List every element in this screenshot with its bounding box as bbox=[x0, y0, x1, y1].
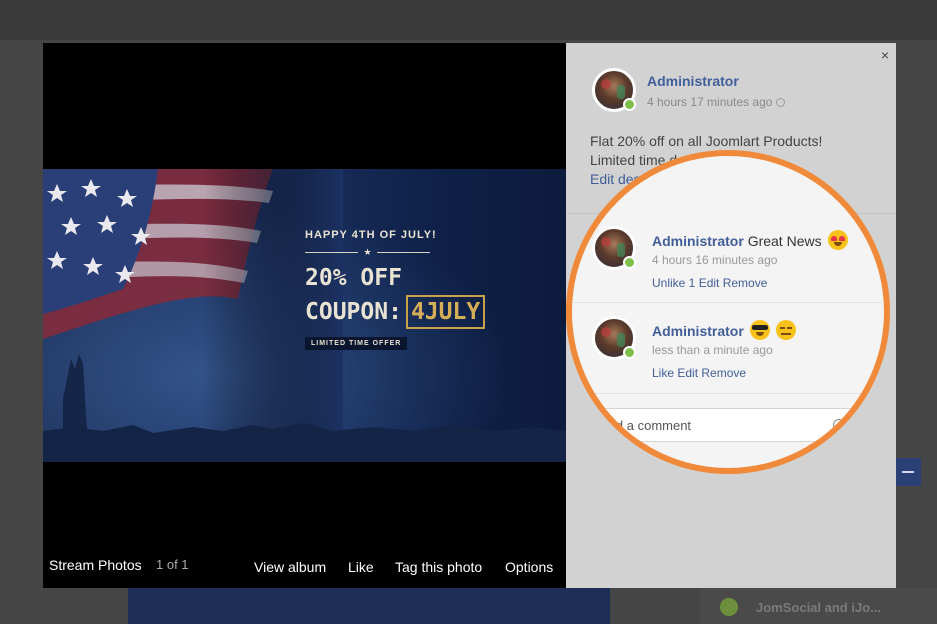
background-post-image bbox=[128, 588, 610, 624]
photo-counter: 1 of 1 bbox=[156, 557, 189, 572]
add-comment-input[interactable]: Add a comment bbox=[590, 408, 872, 442]
background-sidebar-item: JomSocial and iJo... bbox=[720, 597, 920, 617]
comment-actions[interactable]: Unlike 1 Edit Remove bbox=[652, 276, 767, 290]
promo-coupon-code: 4JULY bbox=[405, 295, 486, 329]
comment-author-link[interactable]: Administrator Great News bbox=[652, 230, 848, 250]
post-timestamp: 4 hours 17 minutes ago bbox=[647, 95, 786, 109]
promo-badge: LIMITED TIME OFFER bbox=[305, 337, 408, 350]
comment-actions[interactable]: Like Edit Remove bbox=[652, 366, 746, 380]
avatar[interactable] bbox=[592, 316, 636, 360]
star-icon: ★ bbox=[363, 247, 372, 257]
photo-image[interactable]: HAPPY 4TH OF JULY! ★ 20% OFF COUPON: 4JU… bbox=[43, 169, 566, 462]
promo-discount: 20% OFF bbox=[305, 265, 402, 291]
add-comment-placeholder: Add a comment bbox=[600, 418, 692, 433]
comment-timestamp: 4 hours 16 minutes ago bbox=[652, 253, 778, 267]
camera-icon[interactable] bbox=[850, 420, 863, 430]
photo-footer: Stream Photos 1 of 1 View album Like Tag… bbox=[43, 551, 566, 581]
photo-viewer: HAPPY 4TH OF JULY! ★ 20% OFF COUPON: 4JU… bbox=[43, 43, 566, 588]
options-link[interactable]: Options bbox=[505, 559, 553, 575]
promo-coupon-row: COUPON: 4JULY bbox=[305, 295, 486, 329]
comment-timestamp: less than a minute ago bbox=[652, 343, 773, 357]
comment-author-link[interactable]: Administrator bbox=[652, 320, 796, 340]
background-collapse-button bbox=[896, 458, 921, 486]
comment-text: Great News bbox=[747, 233, 822, 249]
divider bbox=[572, 393, 884, 394]
promo-divider: ★ bbox=[305, 247, 431, 257]
online-status-icon bbox=[623, 98, 636, 111]
like-photo-link[interactable]: Like bbox=[348, 559, 374, 575]
background-topbar bbox=[0, 0, 937, 40]
album-name-link[interactable]: Stream Photos bbox=[49, 557, 142, 573]
divider bbox=[572, 302, 884, 303]
close-icon[interactable]: × bbox=[881, 47, 889, 63]
view-album-link[interactable]: View album bbox=[254, 559, 326, 575]
avatar[interactable] bbox=[592, 68, 636, 112]
promo-headline: HAPPY 4TH OF JULY! bbox=[305, 229, 437, 241]
post-author-link[interactable]: Administrator bbox=[647, 73, 739, 89]
promo-coupon-label: COUPON: bbox=[305, 299, 402, 325]
group-icon bbox=[720, 598, 738, 616]
expressionless-emoji-icon bbox=[775, 320, 796, 340]
online-status-icon bbox=[623, 346, 636, 359]
background-sidebar-item-label: JomSocial and iJo... bbox=[756, 599, 881, 615]
comments-highlight: Administrator Great News 4 hours 16 minu… bbox=[566, 150, 890, 474]
avatar[interactable] bbox=[592, 226, 636, 270]
tag-photo-link[interactable]: Tag this photo bbox=[395, 559, 482, 575]
minus-icon bbox=[902, 471, 914, 473]
promo-text-block: HAPPY 4TH OF JULY! ★ 20% OFF COUPON: 4JU… bbox=[305, 229, 486, 350]
globe-icon bbox=[776, 98, 786, 107]
emoji-picker-icon[interactable] bbox=[833, 419, 845, 431]
heart-eyes-emoji-icon bbox=[827, 230, 848, 250]
online-status-icon bbox=[623, 256, 636, 269]
sunglasses-emoji-icon bbox=[749, 320, 770, 340]
